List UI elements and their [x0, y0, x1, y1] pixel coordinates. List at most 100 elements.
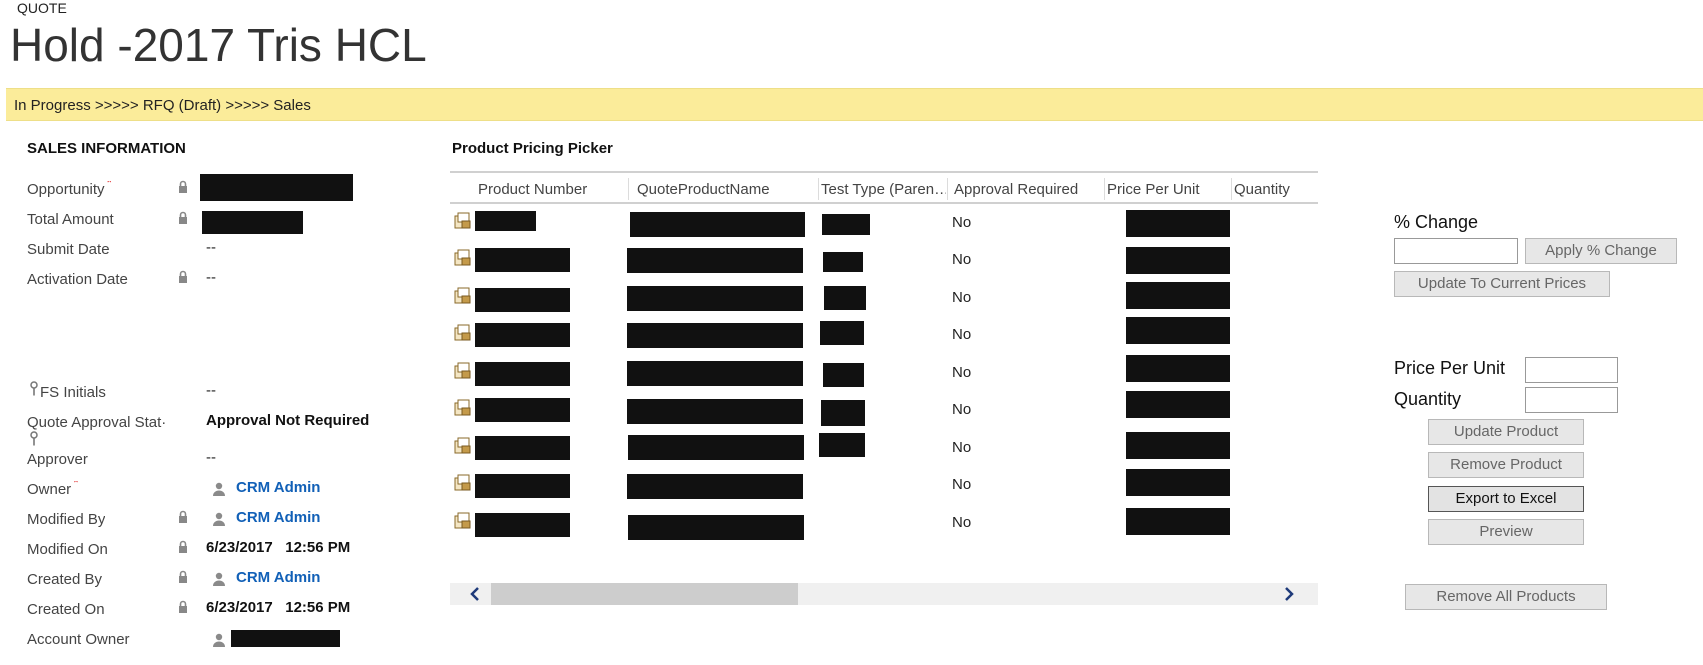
approval-required-cell: No [952, 401, 972, 418]
opportunity-value-redacted[interactable] [200, 174, 353, 201]
field-label-modified-on: Modified On [27, 541, 108, 558]
price-per-unit-redacted[interactable] [1126, 391, 1230, 418]
field-label-created-by: Created By [27, 571, 103, 588]
product-name-redacted[interactable] [627, 361, 803, 386]
remove-all-products-button[interactable]: Remove All Products [1405, 584, 1607, 610]
product-number-redacted[interactable] [475, 436, 570, 460]
price-per-unit-redacted[interactable] [1126, 317, 1230, 344]
column-separator[interactable] [1231, 178, 1232, 200]
product-record-icon[interactable] [453, 286, 473, 306]
product-number-redacted[interactable] [475, 474, 570, 498]
column-separator[interactable] [947, 178, 948, 200]
user-icon [213, 482, 225, 496]
approver-value: -- [206, 449, 216, 466]
price-per-unit-redacted[interactable] [1126, 210, 1230, 237]
product-number-redacted[interactable] [475, 513, 570, 537]
price-per-unit-input[interactable] [1525, 357, 1618, 383]
product-record-icon[interactable] [453, 361, 473, 381]
field-label-created-on: Created On [27, 601, 105, 618]
price-per-unit-redacted[interactable] [1126, 508, 1230, 535]
remove-product-button[interactable]: Remove Product [1428, 452, 1584, 478]
product-record-icon[interactable] [453, 473, 473, 493]
chevron-left-icon[interactable] [464, 583, 488, 605]
product-record-icon[interactable] [453, 211, 473, 231]
column-separator[interactable] [818, 178, 819, 200]
required-marker: * [73, 481, 79, 490]
column-header-approval-required[interactable]: Approval Required [954, 181, 1099, 198]
column-header-product-number[interactable]: Product Number [478, 181, 628, 198]
product-number-redacted[interactable] [475, 248, 570, 272]
product-number-redacted[interactable] [475, 211, 536, 231]
price-per-unit-redacted[interactable] [1126, 469, 1230, 496]
approval-required-cell: No [952, 214, 972, 231]
product-number-redacted[interactable] [475, 323, 570, 347]
product-name-redacted[interactable] [627, 399, 803, 424]
test-type-redacted[interactable] [820, 321, 864, 345]
chevron-right-icon[interactable] [1276, 583, 1300, 605]
product-record-icon[interactable] [453, 323, 473, 343]
field-label-account-owner: Account Owner [27, 631, 130, 648]
product-name-redacted[interactable] [627, 248, 803, 273]
product-name-redacted[interactable] [627, 323, 803, 348]
submit-date-value: -- [206, 239, 216, 256]
column-separator[interactable] [1104, 178, 1105, 200]
approval-required-cell: No [952, 289, 972, 306]
lock-icon [179, 180, 187, 193]
quantity-label: Quantity [1394, 389, 1462, 409]
product-name-redacted[interactable] [627, 474, 803, 499]
test-type-redacted[interactable] [823, 252, 863, 272]
field-label-submit-date: Submit Date [27, 241, 110, 258]
field-label-quote-approval-status: Quote Approval Stat· [27, 414, 167, 431]
product-name-redacted[interactable] [630, 212, 805, 237]
quantity-input[interactable] [1525, 387, 1618, 413]
price-per-unit-redacted[interactable] [1126, 282, 1230, 309]
stage-bar-text: In Progress >>>>> RFQ (Draft) >>>>> Sale… [14, 97, 311, 114]
key-icon [30, 431, 38, 446]
percent-change-label: % Change [1394, 212, 1479, 232]
product-record-icon[interactable] [453, 398, 473, 418]
update-to-current-prices-button[interactable]: Update To Current Prices [1394, 271, 1610, 297]
grid-horizontal-scrollbar[interactable] [450, 583, 1318, 605]
approval-required-cell: No [952, 514, 972, 531]
product-record-icon[interactable] [453, 511, 473, 531]
scrollbar-thumb[interactable] [491, 583, 798, 605]
price-per-unit-redacted[interactable] [1126, 432, 1230, 459]
test-type-redacted[interactable] [822, 214, 870, 235]
product-name-redacted[interactable] [627, 286, 803, 311]
product-number-redacted[interactable] [475, 288, 570, 312]
required-marker: * [106, 181, 112, 190]
owner-link[interactable]: CRM Admin [236, 479, 320, 496]
price-per-unit-redacted[interactable] [1126, 355, 1230, 382]
lock-icon [179, 510, 187, 523]
apply-percent-change-button[interactable]: Apply % Change [1525, 238, 1677, 264]
product-name-redacted[interactable] [628, 515, 804, 540]
column-separator[interactable] [628, 178, 629, 200]
test-type-redacted[interactable] [823, 363, 864, 387]
update-product-button[interactable]: Update Product [1428, 419, 1584, 445]
product-number-redacted[interactable] [475, 362, 570, 386]
column-header-quantity[interactable]: Quantity [1234, 181, 1314, 198]
product-record-icon[interactable] [453, 436, 473, 456]
product-number-redacted[interactable] [475, 398, 570, 422]
price-per-unit-redacted[interactable] [1126, 247, 1230, 274]
column-header-price-per-unit[interactable]: Price Per Unit [1107, 181, 1227, 198]
approval-required-cell: No [952, 251, 972, 268]
test-type-redacted[interactable] [821, 400, 865, 426]
approval-required-cell: No [952, 476, 972, 493]
export-to-excel-button[interactable]: Export to Excel [1428, 486, 1584, 512]
product-record-icon[interactable] [453, 248, 473, 268]
test-type-redacted[interactable] [819, 433, 865, 457]
created-by-link[interactable]: CRM Admin [236, 569, 320, 586]
entity-type-label: QUOTE [17, 0, 67, 16]
account-owner-value-redacted[interactable] [231, 630, 340, 647]
key-icon [30, 381, 38, 396]
lock-icon [179, 211, 187, 224]
preview-button[interactable]: Preview [1428, 519, 1584, 545]
column-header-test-type[interactable]: Test Type (Paren… [821, 181, 946, 198]
column-header-quote-product-name[interactable]: QuoteProductName [637, 181, 817, 198]
percent-change-input[interactable] [1394, 238, 1518, 264]
modified-by-link[interactable]: CRM Admin [236, 509, 320, 526]
field-label-opportunity: Opportunity * [27, 181, 112, 198]
product-name-redacted[interactable] [628, 435, 804, 460]
test-type-redacted[interactable] [824, 286, 866, 310]
